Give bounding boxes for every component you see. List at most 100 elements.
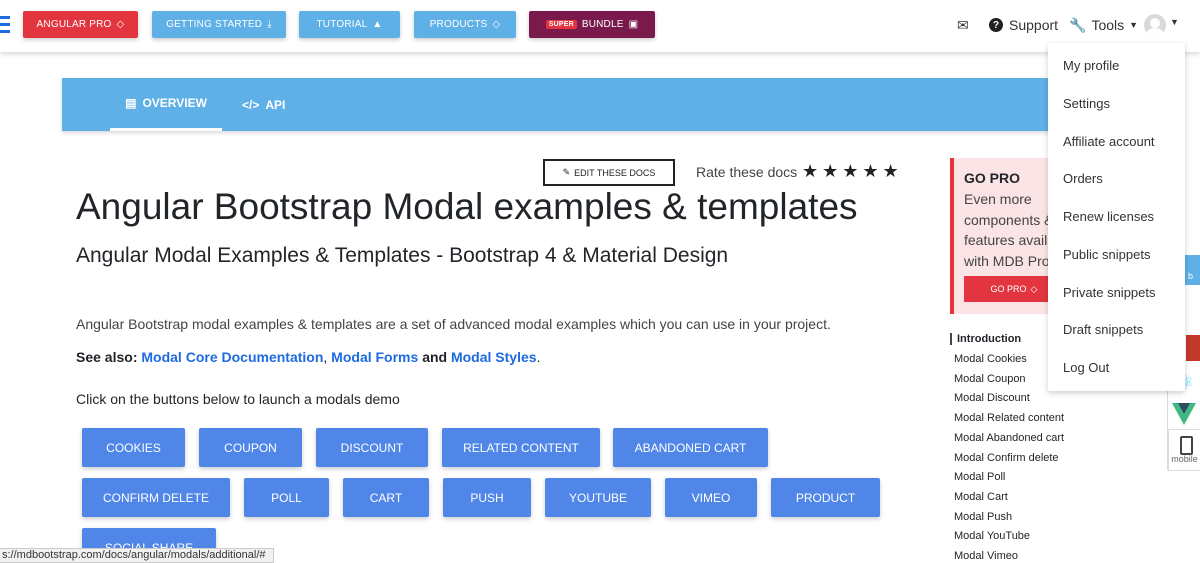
book-icon: ▤ [125,96,137,110]
menu-item-public-snippets[interactable]: Public snippets [1063,247,1150,262]
caret-down-icon[interactable]: ▼ [1170,17,1179,27]
page-title: Angular Bootstrap Modal examples & templ… [76,186,858,227]
mail-icon[interactable]: ✉ [957,14,969,36]
super-bundle-button[interactable]: SUPER BUNDLE ▣ [529,11,655,38]
graduation-cap-icon: ▲ [372,19,383,30]
modal-styles-link[interactable]: Modal Styles [451,349,537,365]
menu-item-orders[interactable]: Orders [1063,171,1103,186]
go-pro-text: Even more components & features availa w… [964,189,1060,271]
tab-api[interactable]: </> API [242,78,285,131]
modal-forms-link[interactable]: Modal Forms [331,349,418,365]
toc-item[interactable]: Modal Push [954,511,1012,523]
go-pro-card: GO PRO Even more components & features a… [950,158,1060,314]
toc-item[interactable]: Modal Cookies [954,353,1027,365]
youtube-button[interactable]: YOUTUBE [545,478,651,517]
toc-item[interactable]: Modal Confirm delete [954,452,1059,464]
page-subtitle: Angular Modal Examples & Templates - Boo… [76,244,729,267]
toc-item-introduction[interactable]: Introduction [950,333,1021,345]
tab-overview[interactable]: ▤ OVERVIEW [110,78,222,131]
mobile-label: mobile [1171,454,1198,464]
toc-item[interactable]: Modal Abandoned cart [954,432,1064,444]
edit-docs-button[interactable]: ✎ EDIT THESE DOCS [543,159,675,186]
gift-icon: ▣ [628,19,639,30]
intro-text: Angular Bootstrap modal examples & templ… [76,316,831,332]
vue-icon[interactable] [1172,403,1196,425]
discount-button[interactable]: DISCOUNT [316,428,428,467]
bundle-label: BUNDLE [581,19,624,30]
product-button[interactable]: PRODUCT [771,478,880,517]
super-tag: SUPER [545,20,577,29]
rating-stars[interactable]: ★★★★★ [802,161,903,182]
gem-icon: ◇ [116,19,125,30]
cart-button[interactable]: CART [343,478,429,517]
framework-tab-jquery[interactable]: b [1184,255,1200,285]
angular-pro-label: ANGULAR PRO [36,19,112,30]
angular-pro-button[interactable]: ANGULAR PRO ◇ [23,11,138,38]
confirm-delete-button[interactable]: CONFIRM DELETE [82,478,230,517]
related-content-button[interactable]: RELATED CONTENT [442,428,600,467]
tutorial-label: TUTORIAL [316,19,368,30]
support-link[interactable]: ? Support [989,14,1058,36]
hamburger-menu-icon[interactable] [0,16,10,34]
rate-label: Rate these docs [696,164,798,180]
edit-docs-label: EDIT THESE DOCS [574,167,656,178]
abandoned-cart-button[interactable]: ABANDONED CART [613,428,768,467]
cookies-button[interactable]: COOKIES [82,428,185,467]
modal-core-docs-link[interactable]: Modal Core Documentation [141,349,323,365]
avatar[interactable] [1144,14,1166,36]
menu-item-private-snippets[interactable]: Private snippets [1063,285,1156,300]
user-dropdown-menu: My profile Settings Affiliate account Or… [1048,43,1185,391]
toc-item[interactable]: Modal Related content [954,412,1064,424]
framework-tab-label: b [1188,271,1194,281]
support-label: Support [1009,17,1059,33]
tools-label: Tools [1091,17,1125,33]
edit-icon: ✎ [562,167,571,177]
see-also: See also: Modal Core Documentation, Moda… [76,349,541,365]
caret-down-icon: ▼ [1129,20,1139,30]
see-also-label: See also: [76,349,138,365]
menu-item-log-out[interactable]: Log Out [1063,360,1109,375]
see-also-and: and [422,349,448,365]
products-label: PRODUCTS [429,19,488,30]
menu-item-affiliate-account[interactable]: Affiliate account [1063,134,1155,149]
menu-item-renew-licenses[interactable]: Renew licenses [1063,209,1154,224]
go-pro-line: features availa [964,232,1056,248]
toc-item[interactable]: Modal Discount [954,392,1030,404]
status-bar-url: s://mdbootstrap.com/docs/angular/modals/… [0,548,274,563]
go-pro-line: Even more [964,191,1032,207]
tools-dropdown[interactable]: 🔧 Tools ▼ [1069,14,1138,36]
go-pro-button-label: GO PRO [990,284,1027,294]
products-button[interactable]: PRODUCTS ◇ [414,11,516,38]
vimeo-button[interactable]: VIMEO [665,478,757,517]
toc-item[interactable]: Modal Vimeo [954,550,1018,562]
go-pro-title: GO PRO [964,170,1021,186]
docs-tab-bar: ▤ OVERVIEW </> API [62,78,1062,131]
menu-item-settings[interactable]: Settings [1063,96,1110,111]
poll-button[interactable]: POLL [244,478,329,517]
toc-item[interactable]: Modal YouTube [954,530,1030,542]
menu-item-draft-snippets[interactable]: Draft snippets [1063,322,1143,337]
wrench-icon: 🔧 [1069,16,1087,33]
go-pro-button[interactable]: GO PRO ◇ [964,276,1060,302]
tab-overview-label: OVERVIEW [142,96,207,110]
push-button[interactable]: PUSH [443,478,531,517]
getting-started-button[interactable]: GETTING STARTED ⤓ [152,11,286,38]
download-icon: ⤓ [267,19,272,30]
question-circle-icon: ? [989,18,1003,32]
mobile-view-toggle[interactable]: mobile [1168,429,1200,471]
gem-icon: ◇ [1030,283,1038,294]
click-instructions: Click on the buttons below to launch a m… [76,391,400,407]
go-pro-line: with MDB Pro. [964,252,1054,269]
framework-tab-angular[interactable] [1186,335,1200,361]
toc-item[interactable]: Modal Coupon [954,373,1026,385]
toc-item[interactable]: Modal Poll [954,471,1005,483]
tutorial-button[interactable]: TUTORIAL ▲ [299,11,400,38]
tab-api-label: API [265,97,286,112]
getting-started-label: GETTING STARTED [166,19,263,30]
toc-item[interactable]: Modal Cart [954,491,1008,503]
gem-icon: ◇ [492,19,501,30]
top-navbar: ANGULAR PRO ◇ GETTING STARTED ⤓ TUTORIAL… [0,0,1200,52]
go-pro-line: components & [964,211,1054,228]
coupon-button[interactable]: COUPON [199,428,302,467]
menu-item-my-profile[interactable]: My profile [1063,58,1119,73]
